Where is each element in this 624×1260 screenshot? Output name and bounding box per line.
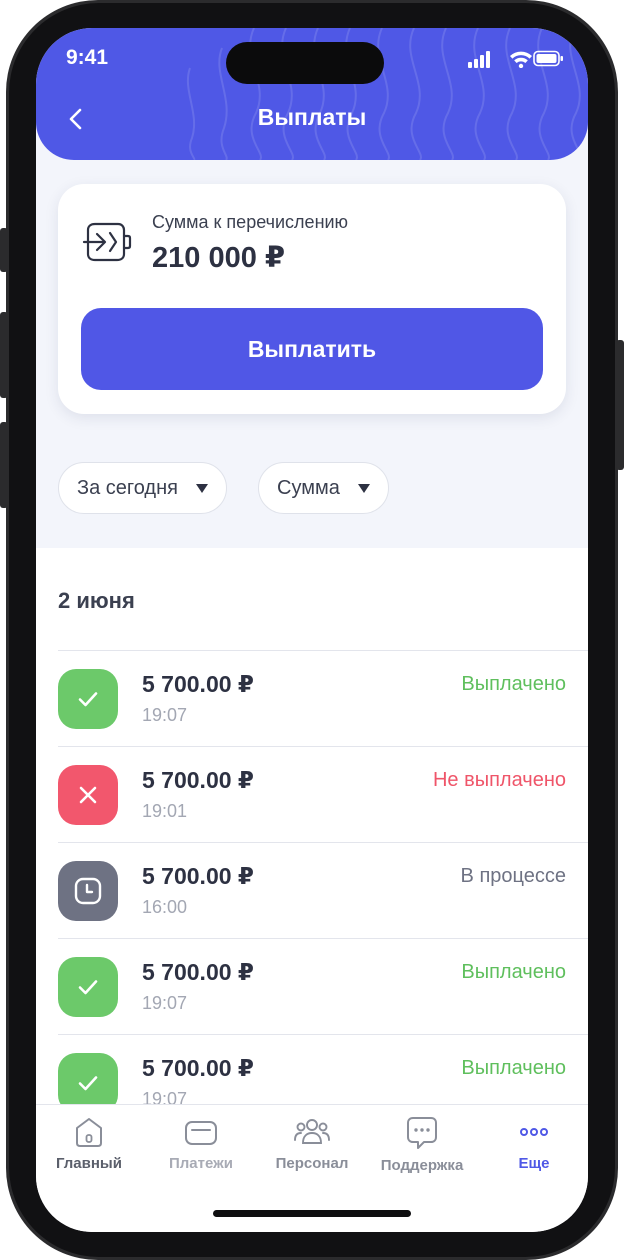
payout-status: Не выплачено — [432, 769, 566, 791]
tab-label: Платежи — [169, 1155, 233, 1172]
payouts-list: 2 июня 5 700.00 ₽ 19:07 Выплачено 5 700.… — [36, 548, 588, 1148]
pay-button[interactable]: Выплатить — [81, 308, 543, 390]
volume-down-button — [0, 422, 8, 508]
tab-support[interactable]: Поддержка — [367, 1115, 477, 1174]
summary-label: Сумма к перечислению — [152, 212, 349, 232]
checkmark-icon — [78, 980, 98, 995]
silent-switch — [0, 228, 8, 272]
date-group-heading: 2 июня — [58, 588, 135, 613]
payout-status: Выплачено — [461, 961, 566, 983]
tab-label: Главный — [56, 1155, 122, 1172]
battery-icon — [533, 50, 563, 67]
payout-row[interactable]: 5 700.00 ₽ 19:07 Выплачено — [58, 938, 588, 1034]
payout-time: 19:07 — [142, 993, 188, 1013]
payout-amount: 5 700.00 ₽ — [142, 863, 254, 889]
period-filter-dropdown[interactable]: За сегодня — [58, 462, 227, 514]
wifi-icon — [510, 51, 532, 68]
tab-label: Поддержка — [380, 1157, 464, 1174]
money-transfer-icon — [82, 222, 132, 262]
amount-filter-label: Сумма — [277, 476, 340, 499]
checkmark-icon — [78, 692, 98, 707]
payout-amount: 5 700.00 ₽ — [142, 959, 254, 985]
payout-status: Выплачено — [461, 1057, 566, 1079]
status-pending-badge — [58, 861, 118, 921]
app-header: 9:41 Выплаты — [36, 28, 588, 160]
caret-down-icon — [195, 483, 208, 493]
tab-staff[interactable]: Персонал — [257, 1115, 367, 1172]
payout-status: Выплачено — [461, 673, 566, 695]
amount-filter-dropdown[interactable]: Сумма — [258, 462, 389, 514]
payout-amount: 5 700.00 ₽ — [142, 1055, 254, 1081]
more-dots-icon — [520, 1128, 548, 1136]
period-filter-label: За сегодня — [77, 476, 178, 499]
payout-amount: 5 700.00 ₽ — [142, 767, 254, 793]
caret-down-icon — [357, 483, 370, 493]
status-icons — [468, 50, 563, 68]
checkmark-icon — [78, 1076, 98, 1091]
volume-up-button — [0, 312, 8, 398]
people-icon — [294, 1119, 330, 1144]
payout-amount: 5 700.00 ₽ — [142, 671, 254, 697]
status-success-badge — [58, 957, 118, 1017]
tab-label: Персонал — [275, 1155, 349, 1172]
tab-payments[interactable]: Платежи — [146, 1115, 256, 1172]
payout-time: 19:01 — [142, 801, 188, 821]
wallet-icon — [185, 1121, 217, 1145]
tab-label: Еще — [518, 1155, 550, 1172]
home-indicator — [213, 1210, 411, 1217]
tab-more[interactable]: Еще — [479, 1115, 588, 1172]
status-success-badge — [58, 669, 118, 729]
payout-row[interactable]: 5 700.00 ₽ 19:07 Выплачено — [58, 650, 588, 746]
page-title: Выплаты — [257, 104, 367, 130]
status-time: 9:41 — [66, 46, 109, 69]
payout-summary-card: Сумма к перечислению 210 000 ₽ Выплатить — [58, 184, 566, 414]
dynamic-island — [226, 42, 384, 84]
status-failed-badge — [58, 765, 118, 825]
home-icon — [76, 1118, 102, 1147]
payout-time: 19:07 — [142, 705, 188, 725]
clock-icon — [74, 877, 102, 905]
summary-amount: 210 000 ₽ — [152, 242, 286, 274]
payout-row[interactable]: 5 700.00 ₽ 16:00 В процессе — [58, 842, 588, 938]
signal-icon — [468, 51, 490, 68]
payout-time: 16:00 — [142, 897, 188, 917]
tab-home[interactable]: Главный — [36, 1115, 144, 1172]
app-screen: 9:41 Выплаты Сумма к перечислению 210 00… — [36, 28, 588, 1232]
power-button — [616, 340, 624, 470]
chat-icon — [407, 1117, 437, 1149]
payout-status: В процессе — [460, 865, 566, 887]
payout-row[interactable]: 5 700.00 ₽ 19:01 Не выплачено — [58, 746, 588, 842]
cross-icon — [79, 786, 97, 804]
